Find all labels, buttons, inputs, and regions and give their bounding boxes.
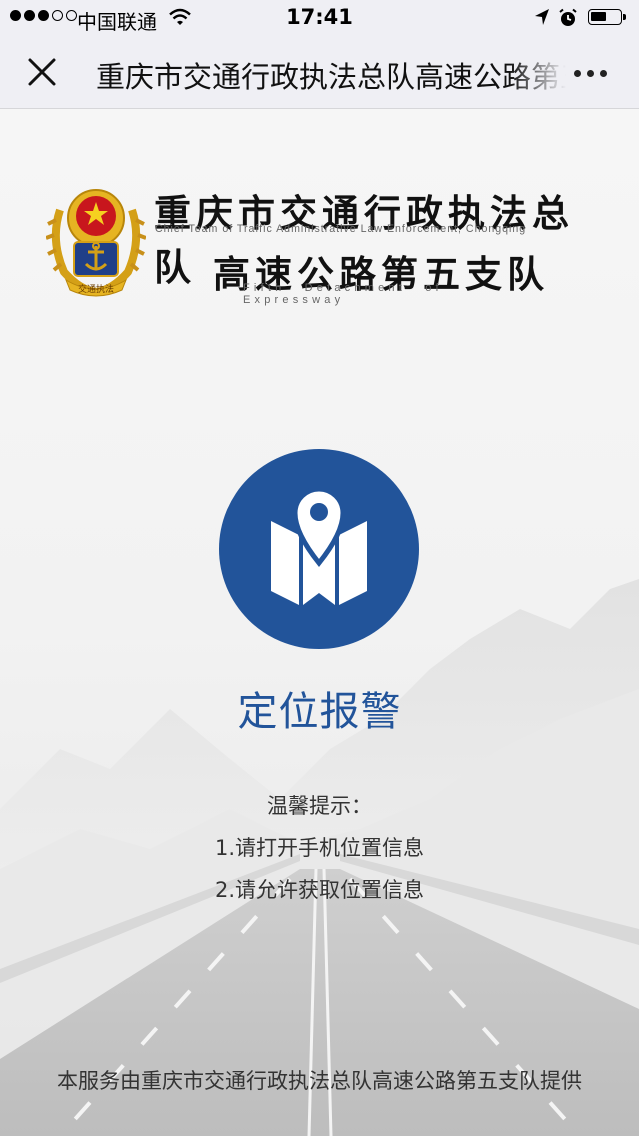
org-name-en-line-2: Fifth Detachment of Expressway: [243, 282, 443, 306]
tip-item: 1.请打开手机位置信息: [214, 836, 425, 860]
locate-alarm-button[interactable]: [219, 449, 419, 649]
tip-item: 2.请允许获取位置信息: [214, 878, 425, 902]
tips-title: 温馨提示：: [267, 794, 372, 818]
svg-text:交通执法: 交通执法: [78, 283, 114, 295]
more-button[interactable]: [574, 58, 622, 88]
alarm-icon: [559, 8, 577, 26]
battery-icon: [588, 9, 626, 25]
more-icon: [574, 69, 581, 77]
close-icon: [28, 58, 56, 86]
traffic-enforcement-emblem: 交通执法: [46, 189, 146, 297]
tips-section: 温馨提示： 1.请打开手机位置信息 2.请允许获取位置信息: [0, 785, 639, 911]
footer-note: 本服务由重庆市交通行政执法总队高速公路第五支队提供: [57, 1069, 582, 1093]
close-button[interactable]: [24, 54, 60, 90]
nav-bar: 重庆市交通行政执法总队高速公路第五支队: [0, 36, 639, 109]
page-title: 重庆市交通行政执法总队高速公路第五支队: [96, 60, 566, 94]
locate-alarm-label[interactable]: 定位报警: [0, 679, 639, 737]
org-name-en-line-1: Chief Team of Traffic Administrative Law…: [155, 223, 527, 235]
status-bar: 中国联通 17:41: [0, 0, 639, 36]
main-content: 交通执法 重庆市交通行政执法总队 Chief Team of Traffic A…: [0, 109, 639, 1136]
location-arrow-icon: [535, 9, 549, 25]
map-pin-icon: [271, 486, 367, 605]
